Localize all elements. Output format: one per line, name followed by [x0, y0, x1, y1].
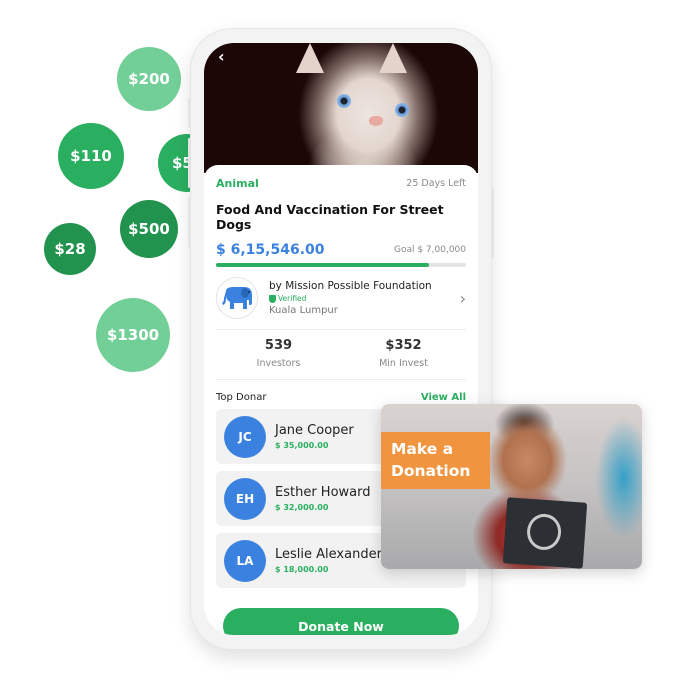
promo-label: Make a Donation — [381, 432, 490, 489]
donate-now-button[interactable]: Donate Now — [223, 608, 459, 635]
donor-name: Leslie Alexander — [275, 547, 382, 562]
donor-name: Esther Howard — [275, 485, 371, 500]
top-donors-heading: Top Donar — [216, 392, 267, 403]
stat-value: 539 — [264, 338, 293, 353]
amount-bubble: $1300 — [96, 298, 170, 372]
funding-progress-fill — [216, 263, 429, 267]
kitten-eye — [337, 94, 351, 108]
stat-label: Investors — [256, 358, 301, 369]
chalk-drawing — [525, 512, 563, 552]
make-donation-promo-card[interactable]: Make a Donation — [381, 404, 642, 569]
kitten-nose — [369, 116, 383, 126]
donor-avatar: LA — [224, 539, 266, 582]
elephant-icon — [222, 287, 252, 309]
organization-logo — [216, 277, 258, 319]
chevron-right-icon[interactable]: › — [460, 289, 466, 308]
promo-line-1: Make a — [391, 440, 454, 458]
donor-amount: $ 32,000.00 — [275, 503, 329, 512]
donor-avatar: JC — [224, 415, 266, 458]
goal-amount: Goal $ 7,00,000 — [393, 245, 466, 255]
donor-amount: $ 35,000.00 — [275, 441, 329, 450]
kitten-ear — [379, 43, 407, 73]
phone-side-button — [188, 198, 191, 248]
organization-name: by Mission Possible Foundation — [269, 280, 432, 292]
verified-label: Verified — [278, 294, 307, 303]
campaign-hero-image: ‹ — [204, 43, 478, 173]
days-left: 25 Days Left — [406, 178, 466, 189]
funding-progress-bar — [216, 263, 466, 267]
verified-badge: Verified — [269, 294, 460, 303]
chalk-slate-image — [502, 497, 588, 569]
kitten-ear — [296, 43, 324, 73]
promo-line-2: Donation — [391, 462, 471, 480]
stat-min-invest: $352 Min Invest — [341, 338, 466, 369]
organization-location: Kuala Lumpur — [269, 305, 338, 316]
amount-bubble: $110 — [58, 123, 124, 189]
phone-side-button — [188, 138, 191, 188]
donor-amount: $ 18,000.00 — [275, 565, 329, 574]
stat-investors: 539 Investors — [216, 338, 341, 369]
back-icon[interactable]: ‹ — [218, 47, 225, 66]
donor-name: Jane Cooper — [275, 423, 354, 438]
phone-side-button — [188, 98, 191, 128]
amount-bubble: $200 — [117, 47, 181, 111]
campaign-stats: 539 Investors $352 Min Invest — [216, 330, 466, 380]
shield-check-icon — [269, 294, 276, 303]
donor-avatar: EH — [224, 477, 266, 520]
campaign-category: Animal — [216, 177, 259, 190]
stat-label: Min Invest — [379, 358, 428, 369]
phone-side-button — [491, 188, 494, 258]
amount-bubble: $28 — [44, 223, 96, 275]
kitten-eye — [395, 103, 409, 117]
campaign-title: Food And Vaccination For Street Dogs — [216, 202, 444, 232]
amount-raised: $ 6,15,546.00 — [216, 242, 325, 258]
stat-value: $352 — [385, 338, 422, 353]
amount-bubble: $500 — [120, 200, 178, 258]
organization-row[interactable]: by Mission Possible Foundation Verified … — [216, 277, 466, 330]
view-all-link[interactable]: View All — [421, 392, 466, 403]
